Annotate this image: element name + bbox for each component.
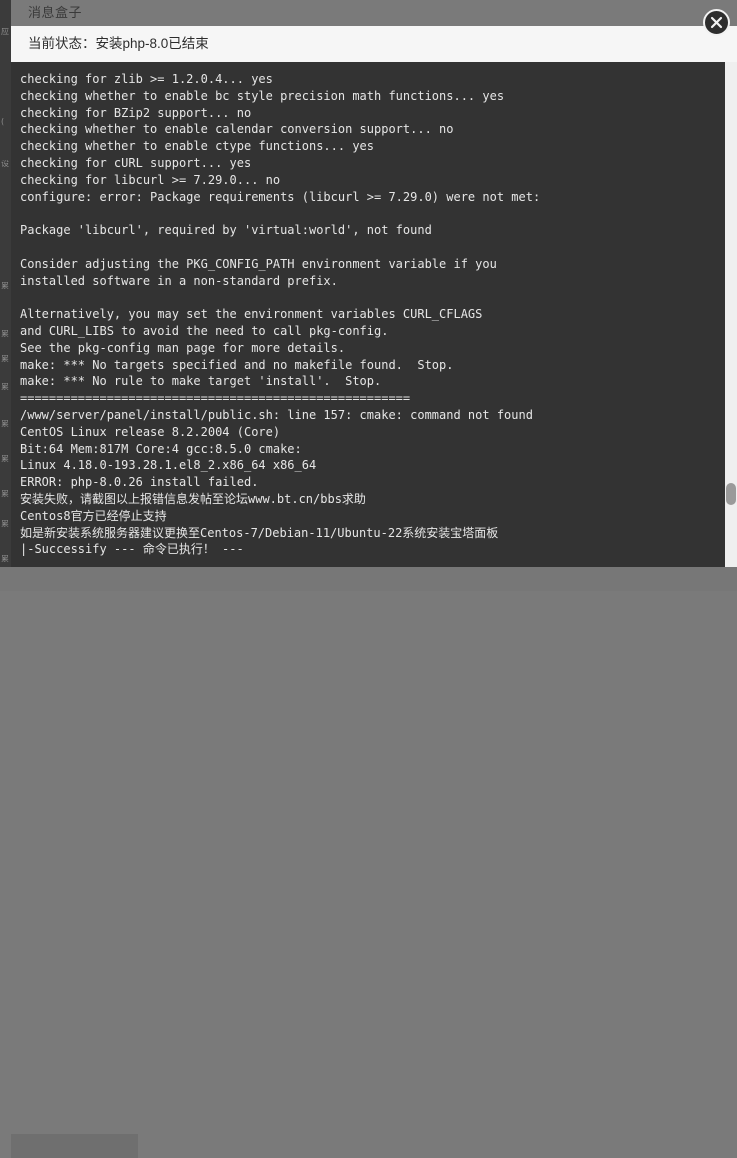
terminal-line: Bit:64 Mem:817M Core:4 gcc:8.5.0 cmake: — [20, 441, 720, 458]
terminal-line: checking for BZip2 support... no — [20, 105, 720, 122]
backdrop-ghost-text: 累 — [1, 455, 10, 463]
terminal-line-list: checking for zlib >= 1.2.0.4... yescheck… — [20, 71, 720, 558]
backdrop-ghost-text: 累 — [1, 420, 10, 428]
dialog-title-bar: 消息盒子 — [11, 0, 737, 26]
terminal-line: installed software in a non-standard pre… — [20, 273, 720, 290]
close-icon[interactable] — [703, 9, 730, 36]
terminal-line: Package 'libcurl', required by 'virtual:… — [20, 222, 720, 239]
terminal-line — [20, 289, 720, 306]
terminal-line: 如是新安装系统服务器建议更换至Centos-7/Debian-11/Ubuntu… — [20, 525, 720, 542]
backdrop-ghost-text: 累 — [1, 520, 10, 528]
terminal-line: |-Successify --- 命令已执行！ --- — [20, 541, 720, 558]
terminal-line — [20, 205, 720, 222]
terminal-line: checking for cURL support... yes — [20, 155, 720, 172]
backdrop-ghost-text: 累 — [1, 555, 10, 563]
page-horizontal-scrollbar-thumb[interactable] — [11, 1134, 138, 1158]
terminal-line: checking whether to enable bc style prec… — [20, 88, 720, 105]
terminal-line: and CURL_LIBS to avoid the need to call … — [20, 323, 720, 340]
backdrop-left-content-strip: 应(设累累累累累累累累累 — [0, 0, 11, 591]
backdrop-ghost-text: ( — [1, 118, 10, 126]
terminal-line: checking for libcurl >= 7.29.0... no — [20, 172, 720, 189]
terminal-line: make: *** No targets specified and no ma… — [20, 357, 720, 374]
terminal-line: Alternatively, you may set the environme… — [20, 306, 720, 323]
terminal-line: See the pkg-config man page for more det… — [20, 340, 720, 357]
terminal-line: checking whether to enable ctype functio… — [20, 138, 720, 155]
terminal-line: ERROR: php-8.0.26 install failed. — [20, 474, 720, 491]
backdrop-ghost-text: 累 — [1, 383, 10, 391]
terminal-line: Linux 4.18.0-193.28.1.el8_2.x86_64 x86_6… — [20, 457, 720, 474]
backdrop-ghost-text: 应 — [1, 28, 10, 36]
terminal-line: Consider adjusting the PKG_CONFIG_PATH e… — [20, 256, 720, 273]
terminal-vertical-scrollbar-thumb[interactable] — [726, 483, 736, 505]
page-title: 消息盒子 — [28, 5, 82, 21]
current-status-panel: 当前状态：安装php-8.0已结束 — [11, 26, 737, 62]
terminal-vertical-scrollbar[interactable] — [725, 62, 737, 567]
backdrop-ghost-text: 累 — [1, 330, 10, 338]
terminal-line: checking for zlib >= 1.2.0.4... yes — [20, 71, 720, 88]
backdrop-ghost-text: 累 — [1, 490, 10, 498]
install-log-terminal[interactable]: checking for zlib >= 1.2.0.4... yescheck… — [11, 62, 737, 567]
terminal-line — [20, 239, 720, 256]
terminal-line: 安装失败，请截图以上报错信息发帖至论坛www.bt.cn/bbs求助 — [20, 491, 720, 508]
terminal-line: configure: error: Package requirements (… — [20, 189, 720, 206]
message-box-dialog: 消息盒子 当前状态：安装php-8.0已结束 checking for zlib… — [11, 0, 737, 567]
backdrop-ghost-text: 设 — [1, 160, 10, 168]
backdrop-ghost-text: 累 — [1, 355, 10, 363]
terminal-line: make: *** No rule to make target 'instal… — [20, 373, 720, 390]
backdrop-ghost-text: 累 — [1, 282, 10, 290]
terminal-line: Centos8官方已经停止支持 — [20, 508, 720, 525]
terminal-line: ========================================… — [20, 390, 720, 407]
page-horizontal-scrollbar[interactable] — [0, 567, 737, 591]
terminal-line: /www/server/panel/install/public.sh: lin… — [20, 407, 720, 424]
terminal-line: checking whether to enable calendar conv… — [20, 121, 720, 138]
current-status-text: 当前状态：安装php-8.0已结束 — [28, 35, 209, 53]
terminal-line: CentOS Linux release 8.2.2004 (Core) — [20, 424, 720, 441]
